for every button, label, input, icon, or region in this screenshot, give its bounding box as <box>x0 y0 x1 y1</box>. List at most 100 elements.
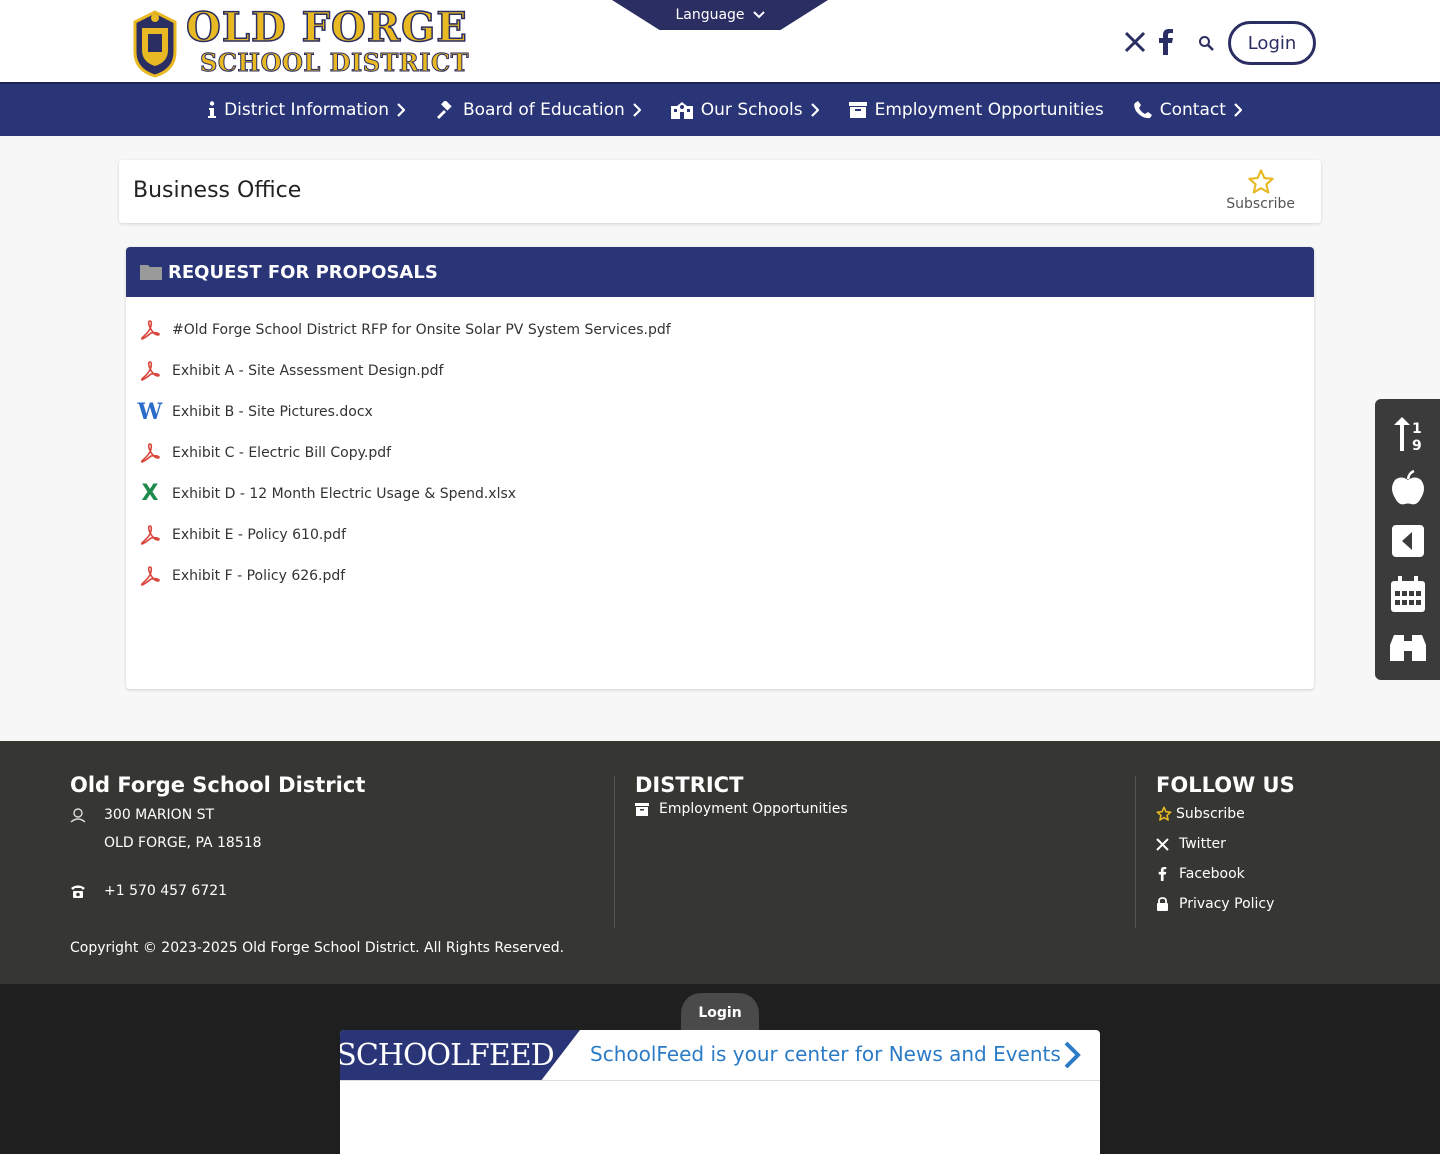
schoolfeed-text: SchoolFeed is your center for News and E… <box>590 1042 1061 1066</box>
x-twitter-icon <box>1156 837 1169 851</box>
footer-divider <box>614 776 615 928</box>
footer-facebook-link[interactable]: Facebook <box>1156 859 1295 889</box>
footer-link-label: Privacy Policy <box>1179 896 1275 912</box>
logo-line-1: OLD FORGE <box>185 3 468 52</box>
footer-district: DISTRICT Employment Opportunities <box>635 773 848 821</box>
footer-link-label: Employment Opportunities <box>659 801 848 817</box>
folder-icon <box>140 265 162 280</box>
binoculars-icon[interactable] <box>1389 629 1426 665</box>
calendar-icon[interactable] <box>1390 576 1426 612</box>
subscribe-label: Subscribe <box>1226 196 1295 212</box>
document-name[interactable]: Exhibit D - 12 Month Electric Usage & Sp… <box>172 486 516 502</box>
document-name[interactable]: Exhibit A - Site Assessment Design.pdf <box>172 363 443 379</box>
nav-label: District Information <box>224 100 389 120</box>
document-name[interactable]: Exhibit F - Policy 626.pdf <box>172 568 345 584</box>
address-line-1: 300 MARION ST <box>104 807 215 823</box>
footer-contact: Old Forge School District 300 MARION ST … <box>70 773 365 899</box>
document-name[interactable]: Exhibit C - Electric Bill Copy.pdf <box>172 445 391 461</box>
district-crest-icon <box>133 10 177 78</box>
phone-icon <box>1133 101 1152 119</box>
documents-panel: REQUEST FOR PROPOSALS #Old Forge School … <box>126 247 1314 689</box>
pdf-icon <box>138 441 162 465</box>
document-name[interactable]: #Old Forge School District RFP for Onsit… <box>172 322 671 338</box>
footer-follow-heading: FOLLOW US <box>1156 773 1295 797</box>
info-icon <box>208 101 217 118</box>
school-icon <box>670 102 693 119</box>
nav-item-board-of-education[interactable]: Board of Education <box>435 100 641 120</box>
documents-heading: REQUEST FOR PROPOSALS <box>168 261 438 283</box>
svg-text:9: 9 <box>1412 438 1422 453</box>
footer-link-label: Subscribe <box>1176 806 1245 822</box>
nav-label: Contact <box>1159 100 1226 120</box>
svg-text:1: 1 <box>1412 421 1422 437</box>
schoolfeed-logo: SCHOOLFEED <box>340 1030 580 1080</box>
footer-twitter-link[interactable]: Twitter <box>1156 829 1295 859</box>
document-item[interactable]: Exhibit A - Site Assessment Design.pdf <box>138 350 1314 391</box>
lock-icon <box>1157 897 1168 911</box>
chevron-right-icon <box>1234 103 1242 117</box>
pdf-icon <box>138 523 162 547</box>
excel-icon: X <box>141 481 159 506</box>
footer-divider <box>1135 776 1136 928</box>
nav-item-employment-opportunities[interactable]: Employment Opportunities <box>848 100 1104 120</box>
search-icon[interactable] <box>1198 35 1214 51</box>
x-twitter-icon[interactable] <box>1124 31 1146 53</box>
apple-icon[interactable] <box>1390 470 1426 506</box>
footer-district-heading: DISTRICT <box>635 773 744 797</box>
footer-phone[interactable]: +1 570 457 6721 <box>70 883 365 899</box>
page-title: Business Office <box>133 178 302 203</box>
chevron-right-icon <box>632 103 641 117</box>
nav-item-district-information[interactable]: District Information <box>208 100 405 120</box>
document-item[interactable]: Exhibit F - Policy 626.pdf <box>138 555 1314 596</box>
facebook-icon <box>1158 867 1167 881</box>
footer-link-label: Facebook <box>1179 866 1245 882</box>
bottom-login-button[interactable]: Login <box>681 993 759 1033</box>
login-button[interactable]: Login <box>1228 21 1316 65</box>
phone-number: +1 570 457 6721 <box>104 883 228 899</box>
page-title-card: Business Office Subscribe <box>119 160 1321 223</box>
telephone-icon <box>71 885 85 898</box>
footer-link-label: Twitter <box>1179 836 1226 852</box>
pdf-icon <box>138 564 162 588</box>
footer-address: 300 MARION ST <box>70 807 365 823</box>
document-name[interactable]: Exhibit B - Site Pictures.docx <box>172 404 373 420</box>
bottom-bar: Login SCHOOLFEED SchoolFeed is your cent… <box>0 984 1440 1154</box>
site-footer: Old Forge School District 300 MARION ST … <box>0 741 1440 984</box>
address-line-2: OLD FORGE, PA 18518 <box>104 835 262 851</box>
nav-item-contact[interactable]: Contact <box>1133 100 1242 120</box>
archive-icon <box>635 802 649 816</box>
facebook-icon[interactable] <box>1158 29 1174 55</box>
footer-employment-link[interactable]: Employment Opportunities <box>635 797 848 821</box>
footer-subscribe-link[interactable]: Subscribe <box>1156 799 1295 829</box>
schoolfeed-content <box>340 1080 1100 1154</box>
back-icon[interactable] <box>1390 523 1426 559</box>
documents-header[interactable]: REQUEST FOR PROPOSALS <box>126 247 1314 297</box>
nav-item-our-schools[interactable]: Our Schools <box>670 100 819 120</box>
map-pin-icon <box>70 808 86 823</box>
document-item[interactable]: Exhibit E - Policy 610.pdf <box>138 514 1314 555</box>
document-item[interactable]: #Old Forge School District RFP for Onsit… <box>138 309 1314 350</box>
document-item[interactable]: X Exhibit D - 12 Month Electric Usage & S… <box>138 473 1314 514</box>
footer-privacy-link[interactable]: Privacy Policy <box>1156 889 1295 919</box>
district-logo[interactable]: OLD FORGE SCHOOL DISTRICT <box>130 3 469 80</box>
quick-links-bar: 19 <box>1375 399 1440 680</box>
chevron-right-icon[interactable] <box>1062 1040 1082 1070</box>
subscribe-button[interactable]: Subscribe <box>1226 168 1295 212</box>
footer-address-2: OLD FORGE, PA 18518 <box>70 835 365 851</box>
document-item[interactable]: W Exhibit B - Site Pictures.docx <box>138 391 1314 432</box>
sort-icon[interactable]: 19 <box>1390 417 1426 453</box>
site-header: OLD FORGE SCHOOL DISTRICT Language Login <box>0 0 1440 82</box>
star-icon <box>1247 169 1274 194</box>
language-label: Language <box>675 7 745 23</box>
copyright: Copyright © 2023-2025 Old Forge School D… <box>70 940 565 956</box>
schoolfeed-banner[interactable]: SCHOOLFEED SchoolFeed is your center for… <box>340 1030 1100 1080</box>
pdf-icon <box>138 318 162 342</box>
document-name[interactable]: Exhibit E - Policy 610.pdf <box>172 527 346 543</box>
document-item[interactable]: Exhibit C - Electric Bill Copy.pdf <box>138 432 1314 473</box>
language-selector[interactable]: Language <box>612 0 828 30</box>
nav-label: Employment Opportunities <box>874 100 1104 120</box>
gavel-icon <box>436 101 452 119</box>
document-list: #Old Forge School District RFP for Onsit… <box>126 297 1314 596</box>
star-icon <box>1156 806 1172 821</box>
chevron-right-icon <box>810 103 819 117</box>
